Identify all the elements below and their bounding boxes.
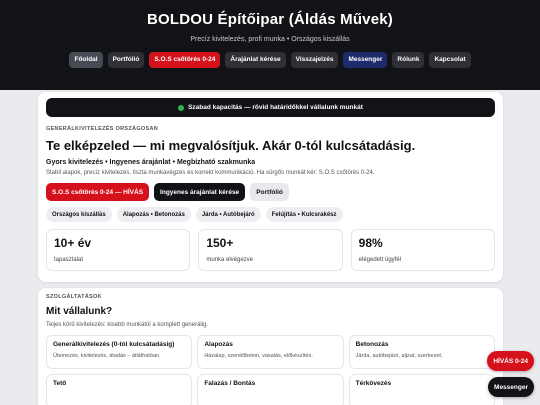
- tag-item: Országos kiszállás: [46, 207, 112, 222]
- stats-row: 10+ év tapasztalat 150+ munka elvégezve …: [46, 229, 495, 271]
- stat-value: 98%: [358, 236, 383, 250]
- service-card[interactable]: Alapozás Házalap, szerelőbeton, vasalás,…: [197, 335, 344, 369]
- stat-label: tapasztalat: [54, 257, 84, 263]
- service-card[interactable]: Térkövezés: [348, 374, 495, 405]
- floating-messenger-button[interactable]: Messenger: [488, 377, 534, 397]
- main-nav: Főoldal Portfólió S.O.S csőtörés 0-24 Ár…: [0, 52, 540, 68]
- service-card[interactable]: Generálkivitelezés (0-tól kulcsátadásig)…: [46, 335, 193, 369]
- tag-item: Járda • Autóbejáró: [195, 207, 261, 222]
- service-card[interactable]: Tető: [46, 374, 193, 405]
- status-dot-icon: [178, 104, 185, 111]
- services-description: Teljes körű kivitelezés: kisebb munkától…: [46, 322, 209, 328]
- capacity-banner-text: Szabad kapacitás — rövid határidőkkel vá…: [188, 104, 363, 111]
- service-card[interactable]: Falazás / Bontás: [197, 374, 344, 405]
- services-eyebrow: SZOLGÁLTATÁSOK: [46, 294, 102, 300]
- hero-eyebrow: GENERÁLKIVITELEZÉS ORSZÁGOSAN: [46, 126, 158, 132]
- service-title: Falazás / Bontás: [204, 380, 256, 387]
- services-card: SZOLGÁLTATÁSOK Mit vállalunk? Teljes kör…: [38, 288, 503, 405]
- service-desc: Házalap, szerelőbeton, vasalás, előkészí…: [204, 353, 313, 359]
- feature-tags: Országos kiszállás Alapozás • Betonozás …: [46, 207, 495, 222]
- stat-experience: 10+ év tapasztalat: [46, 229, 191, 271]
- service-title: Betonozás: [355, 341, 389, 348]
- nav-quote[interactable]: Árajánlat kérése: [225, 52, 286, 68]
- stat-value: 10+ év: [54, 236, 92, 250]
- nav-home[interactable]: Főoldal: [69, 52, 103, 68]
- stat-label: munka elvégezve: [206, 257, 254, 263]
- hero-buttons: S.O.S csőtörés 0-24 — HÍVÁS Ingyenes ára…: [46, 183, 495, 201]
- portfolio-button[interactable]: Portfólió: [250, 183, 289, 201]
- nav-sos[interactable]: S.O.S csőtörés 0-24: [149, 52, 221, 68]
- nav-messenger[interactable]: Messenger: [343, 52, 388, 68]
- services-title: Mit vállalunk?: [46, 306, 113, 317]
- stat-label: elégedett ügyfél: [358, 257, 402, 263]
- tag-item: Felújítás • Kulcsrakész: [265, 207, 343, 222]
- nav-about[interactable]: Rólunk: [392, 52, 425, 68]
- nav-feedback[interactable]: Visszajelzés: [290, 52, 339, 68]
- stat-value: 150+: [206, 236, 234, 250]
- hero-card: Szabad kapacitás — rövid határidőkkel vá…: [38, 92, 503, 282]
- nav-contact[interactable]: Kapcsolat: [429, 52, 471, 68]
- service-card[interactable]: Betonozás Járda, autóbejáró, aljzat, sze…: [348, 335, 495, 369]
- tagline: Precíz kivitelezés, profi munka • Ország…: [190, 36, 350, 43]
- service-title: Alapozás: [204, 341, 233, 348]
- service-title: Tető: [53, 380, 67, 387]
- service-title: Térkövezés: [355, 380, 392, 387]
- nav-portfolio[interactable]: Portfólió: [107, 52, 145, 68]
- floating-call-button[interactable]: HÍVÁS 0-24: [487, 351, 534, 371]
- hero-headline: Te elképzeled — mi megvalósítjuk. Akár 0…: [46, 138, 416, 153]
- service-desc: Ütemezés, kivitelezés, átadás – átláthat…: [53, 353, 161, 359]
- hero-subheadline: Gyors kivitelezés • Ingyenes árajánlat •…: [46, 159, 256, 166]
- services-grid: Generálkivitelezés (0-tól kulcsátadásig)…: [46, 335, 495, 405]
- brand-title[interactable]: BOLDOU Építőipar (Áldás Művek): [0, 11, 540, 28]
- sos-call-button[interactable]: S.O.S csőtörés 0-24 — HÍVÁS: [46, 183, 150, 201]
- service-desc: Járda, autóbejáró, aljzat, szerkezet.: [355, 353, 443, 359]
- tag-item: Alapozás • Betonozás: [116, 207, 191, 222]
- service-title: Generálkivitelezés (0-tól kulcsátadásig): [53, 341, 175, 348]
- capacity-banner: Szabad kapacitás — rövid határidőkkel vá…: [46, 98, 495, 117]
- stat-jobs: 150+ munka elvégezve: [198, 229, 343, 271]
- site-header: BOLDOU Építőipar (Áldás Művek) Precíz ki…: [0, 0, 540, 90]
- stat-satisfaction: 98% elégedett ügyfél: [350, 229, 495, 271]
- quote-button[interactable]: Ingyenes árajánlat kérése: [154, 183, 246, 201]
- hero-description: Stabil alapok, precíz kivitelezés, tiszt…: [46, 170, 375, 176]
